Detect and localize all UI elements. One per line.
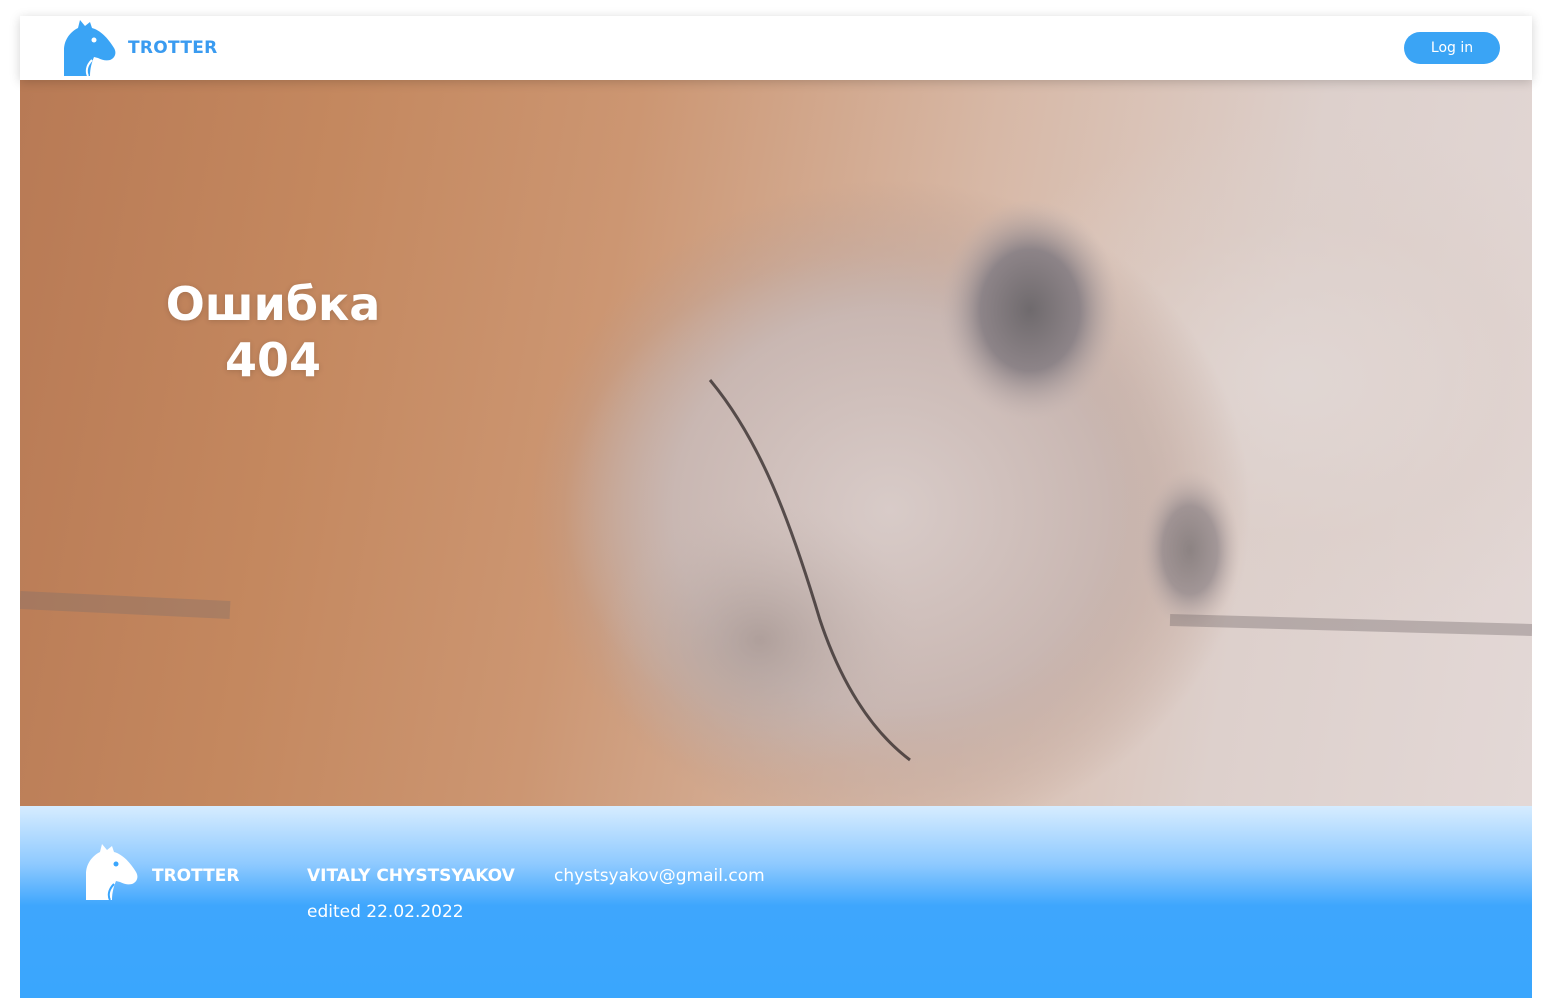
brand-name[interactable]: TROTTER [128,38,218,58]
email-link[interactable]: chystsyakov@gmail.com [554,866,765,886]
error-title: Ошибка 404 [138,276,408,388]
horse-nose-photo [20,180,1532,806]
login-button[interactable]: Log in [1404,32,1500,64]
page-footer: TROTTER VITALY CHYSTSYAKOV chystsyakov@g… [20,806,1532,998]
hero-banner: Ошибка 404 [20,80,1532,806]
page-frame: TROTTER Log in Ошибка 404 TROTTER VITALY… [20,16,1532,998]
author-name: VITALY CHYSTSYAKOV [307,866,515,886]
horse-head-icon [86,844,138,901]
error-title-line1: Ошибка [165,277,381,331]
footer-brand: TROTTER [152,866,240,886]
edited-date: edited 22.02.2022 [307,902,464,922]
horse-head-icon[interactable] [60,20,118,78]
error-code: 404 [224,333,322,387]
top-header: TROTTER Log in [20,16,1532,80]
